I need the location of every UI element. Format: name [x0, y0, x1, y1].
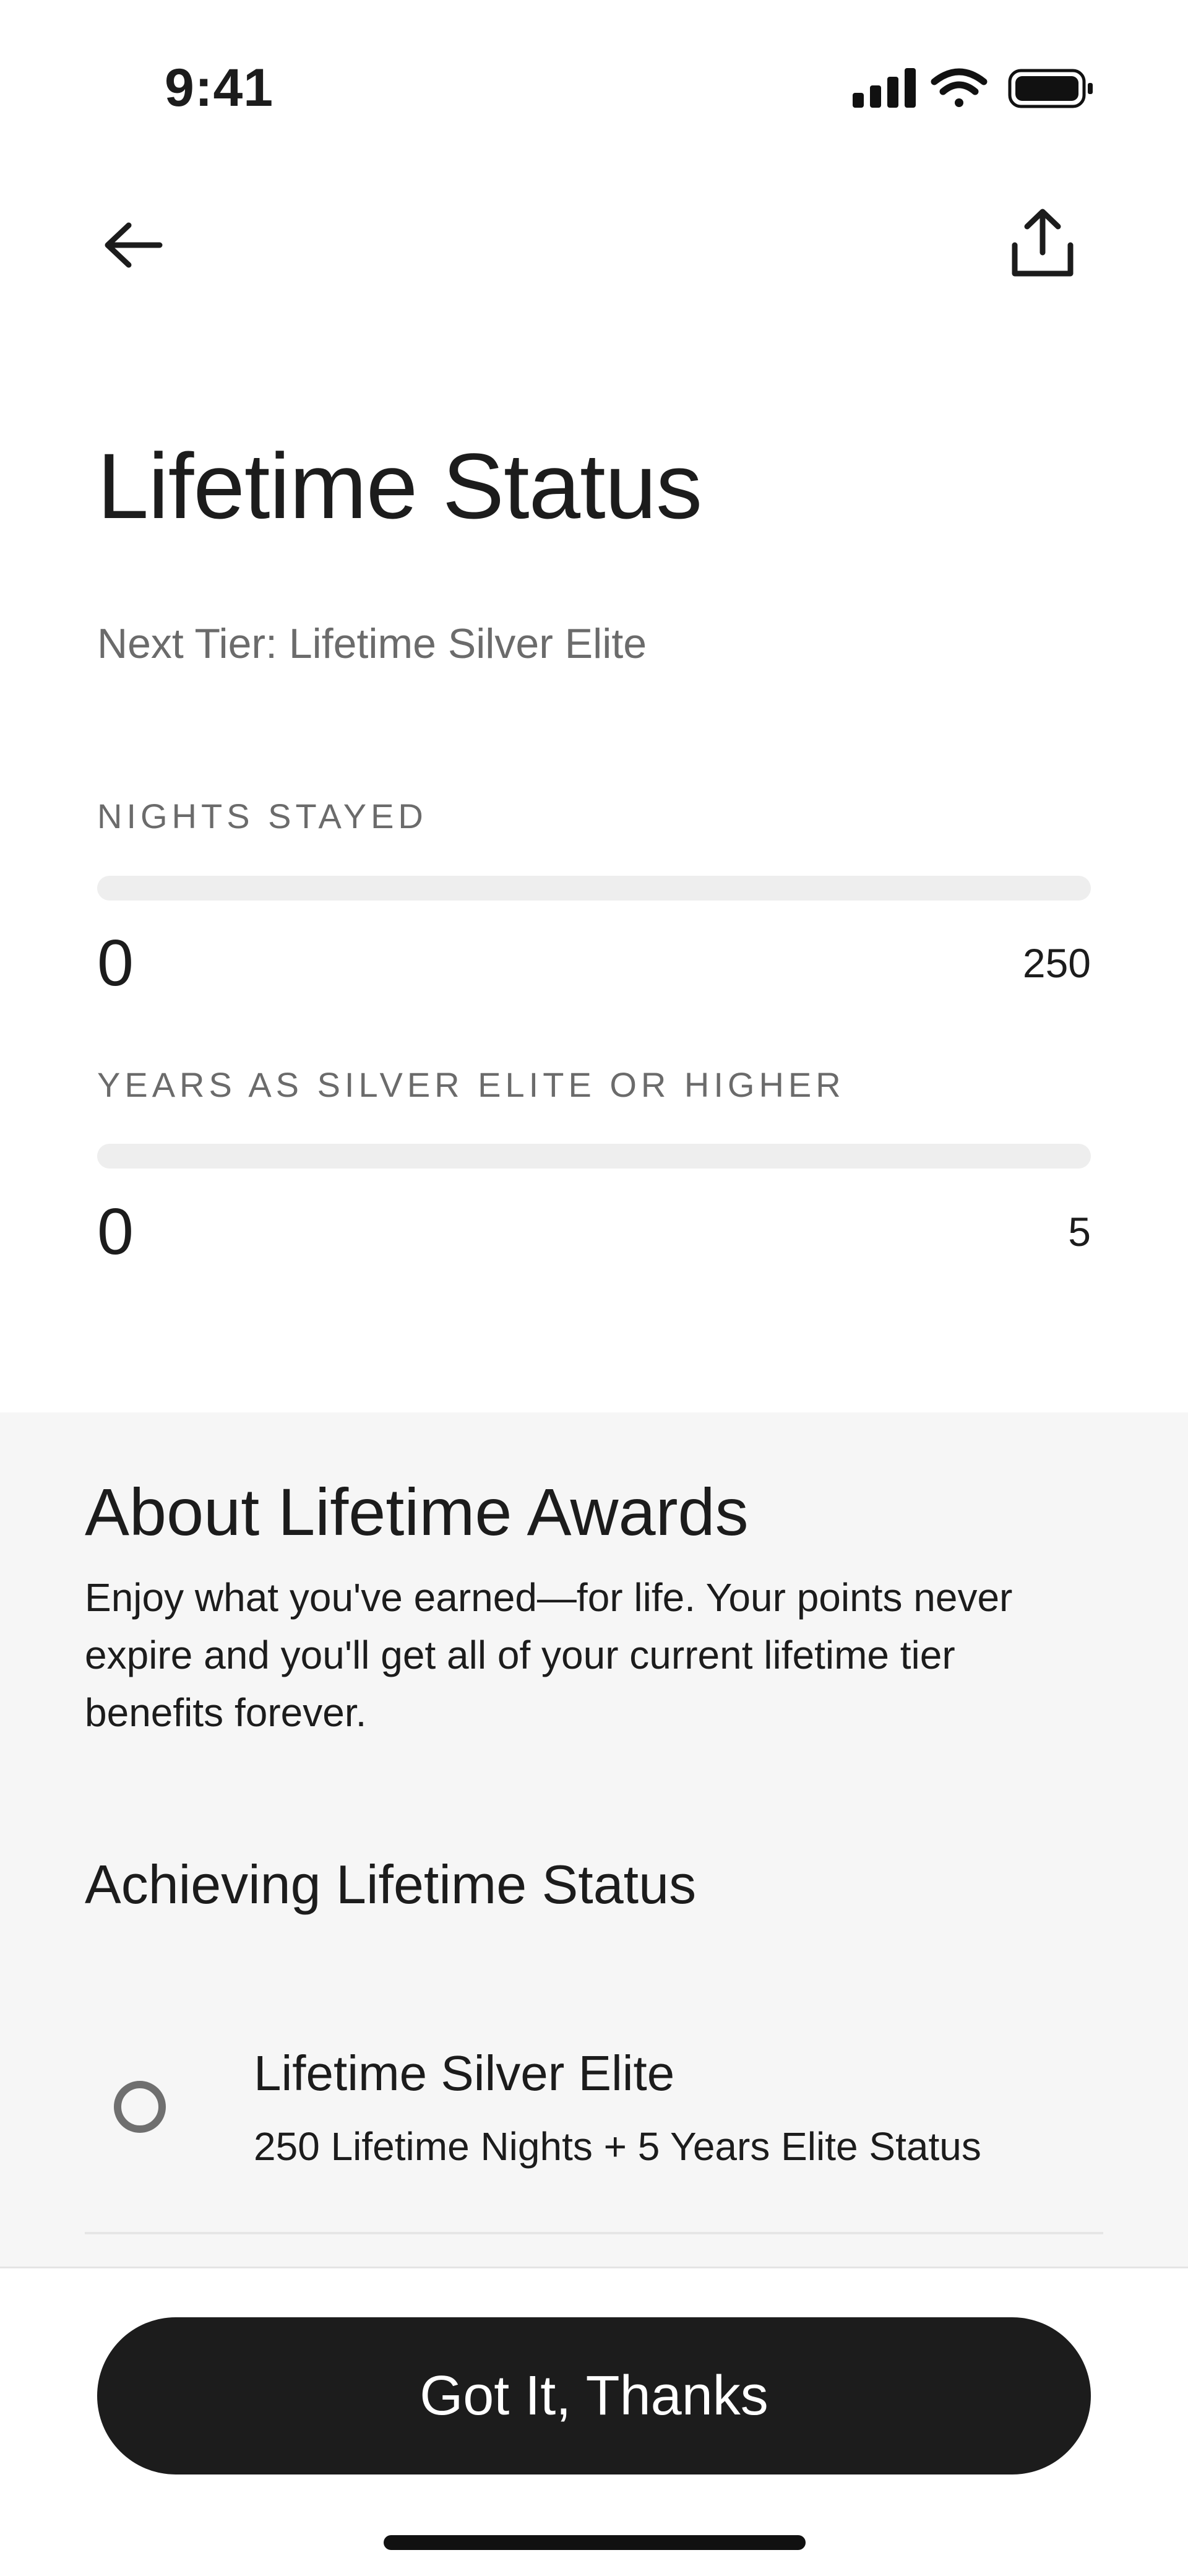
share-icon[interactable] — [1002, 204, 1083, 285]
wifi-icon — [931, 68, 988, 107]
nights-progress-bar — [97, 876, 1091, 901]
nights-stayed-label: NIGHTS STAYED — [97, 797, 428, 836]
divider — [85, 2232, 1103, 2234]
about-body: Enjoy what you've earned—for life. Your … — [85, 1575, 1013, 1735]
years-progress-bar — [97, 1144, 1091, 1169]
battery-icon — [1008, 69, 1093, 108]
arrow-left-icon[interactable] — [98, 210, 172, 285]
about-title: About Lifetime Awards — [85, 1474, 749, 1549]
tier-requirement: 250 Lifetime Nights + 5 Years Elite Stat… — [254, 2124, 981, 2169]
years-target-value: 5 — [1068, 1209, 1091, 1255]
tier-name: Lifetime Silver Elite — [254, 2046, 675, 2101]
status-time: 9:41 — [165, 58, 274, 118]
next-tier-text: Next Tier: Lifetime Silver Elite — [97, 620, 647, 667]
got-it-button[interactable]: Got It, Thanks — [97, 2317, 1091, 2474]
nights-target-value: 250 — [1022, 940, 1091, 986]
home-indicator[interactable] — [384, 2535, 806, 2550]
page-title: Lifetime Status — [97, 434, 702, 538]
status-icons — [853, 68, 1093, 108]
tier-status-radio — [114, 2081, 166, 2133]
achieving-title: Achieving Lifetime Status — [85, 1854, 697, 1915]
nights-current-value: 0 — [97, 927, 134, 1000]
signal-icon — [853, 68, 916, 108]
years-current-value: 0 — [97, 1195, 134, 1268]
years-elite-label: YEARS AS SILVER ELITE OR HIGHER — [97, 1065, 845, 1104]
